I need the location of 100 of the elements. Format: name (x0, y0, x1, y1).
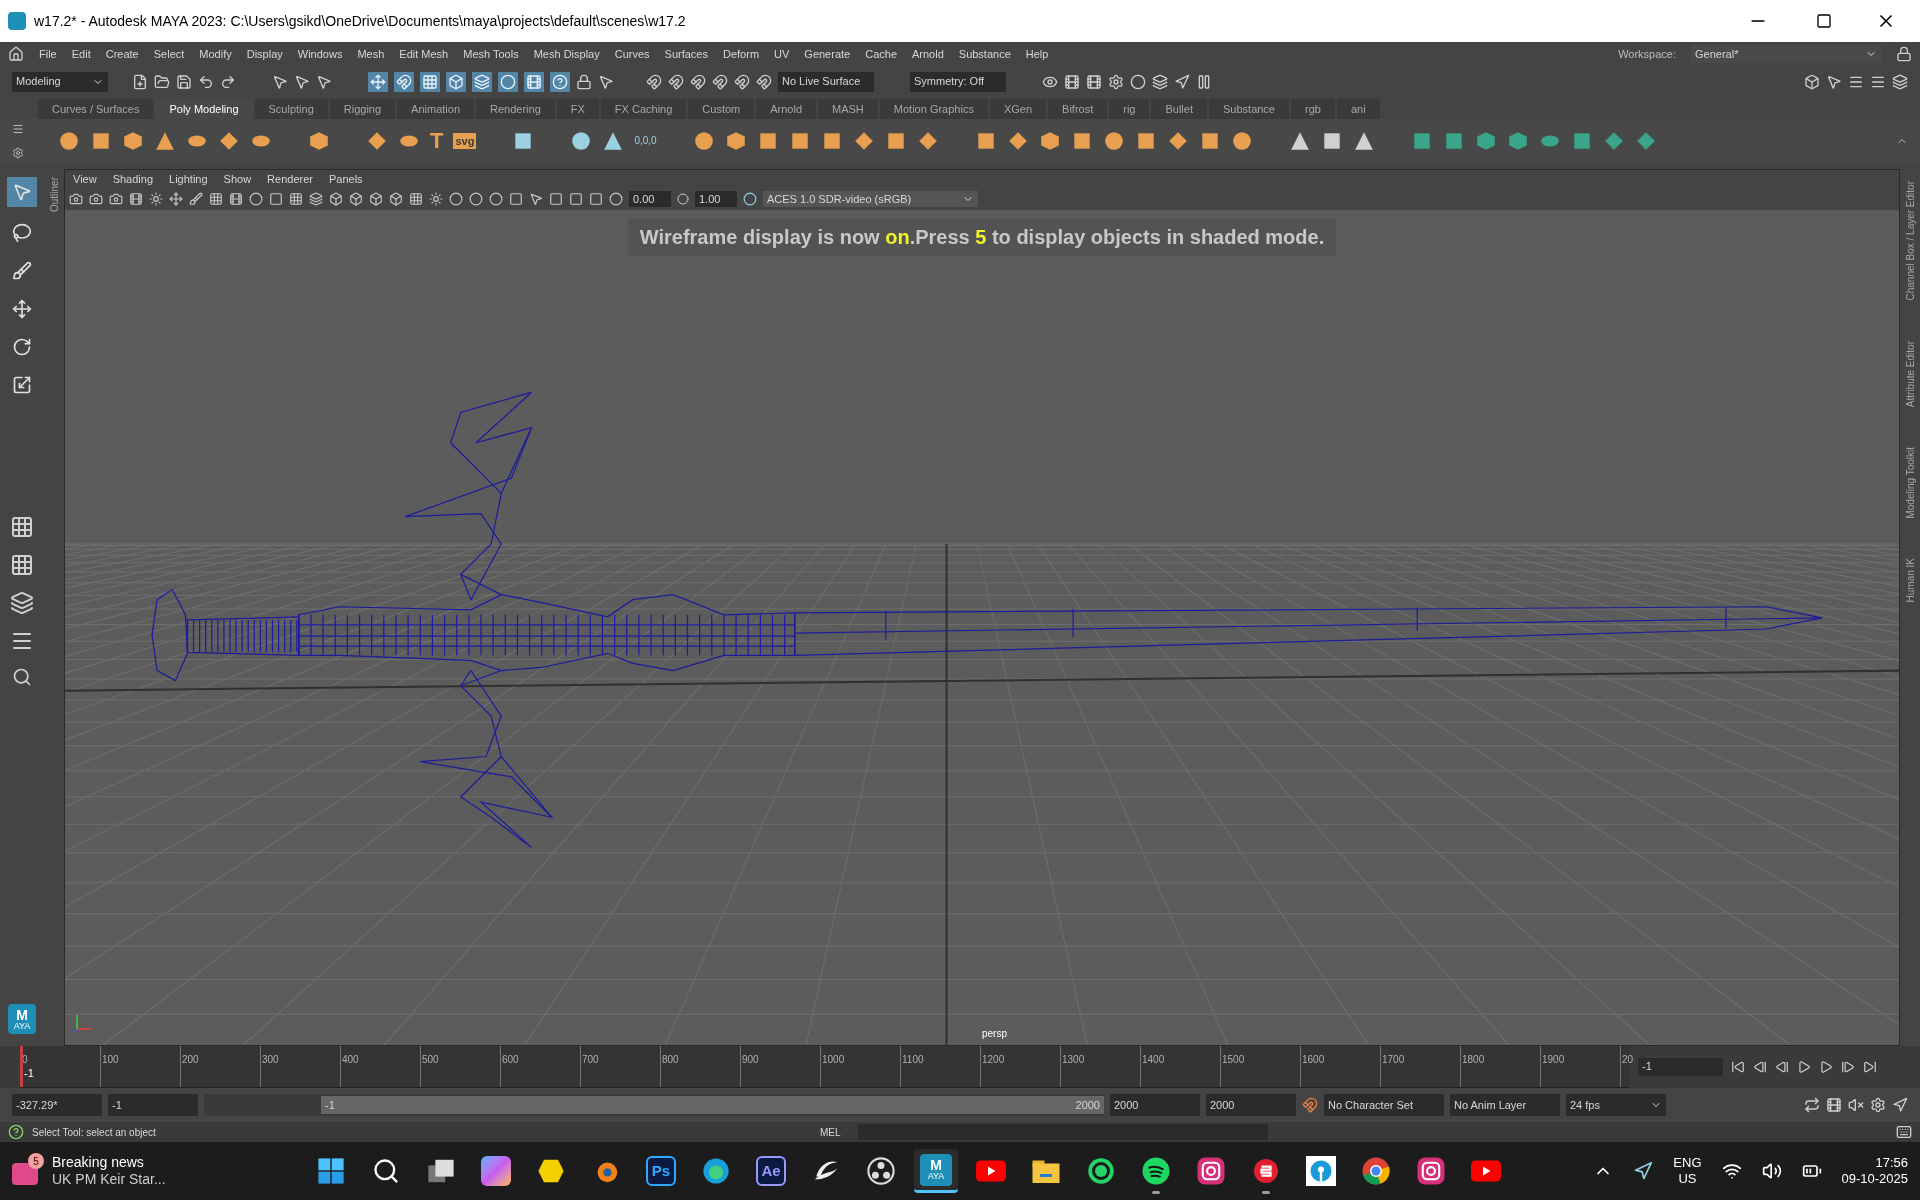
hexagon-icon[interactable] (537, 1157, 565, 1185)
magnet-icon[interactable] (734, 73, 750, 90)
animation-end-field[interactable]: 2000 (1206, 1094, 1296, 1116)
viewport-tool-icon[interactable] (129, 192, 143, 206)
chrome-icon[interactable] (1361, 1156, 1391, 1186)
viewport-tool-icon[interactable] (269, 192, 283, 206)
playback-button[interactable] (1863, 1060, 1877, 1074)
tool-icon[interactable] (90, 130, 112, 152)
playback-button[interactable] (1775, 1060, 1789, 1074)
shelf-tab[interactable]: ani (1336, 99, 1380, 119)
viewport-tool-icon[interactable] (109, 192, 123, 206)
chat-bubble-icon[interactable] (1086, 1156, 1116, 1186)
menu-item[interactable]: Windows (297, 45, 343, 63)
viewport-tool-icon[interactable] (409, 192, 423, 206)
snap-toggle[interactable] (368, 71, 388, 92)
location-icon[interactable] (1633, 1161, 1654, 1181)
viewport-tool-icon[interactable] (229, 192, 243, 206)
maximize-button[interactable] (1816, 13, 1832, 29)
menu-item[interactable]: Substance (958, 45, 1011, 63)
range-slider[interactable]: -1 2000 (321, 1096, 1104, 1114)
play-button-icon[interactable] (1471, 1160, 1501, 1182)
shelf-tab[interactable]: rig (1109, 99, 1150, 119)
menu-item[interactable]: Display (246, 45, 283, 63)
cursor-icon[interactable] (316, 73, 332, 90)
settings-icon[interactable] (12, 147, 24, 159)
tool-icon[interactable] (1474, 130, 1497, 152)
two-pane-icon[interactable] (10, 591, 34, 615)
shelf-tab[interactable]: FX Caching (600, 99, 687, 119)
color-space-dropdown[interactable]: ACES 1.0 SDR-video (sRGB) (763, 191, 978, 207)
clock-date[interactable]: 09-10-2025 (1841, 1171, 1908, 1188)
menu-item[interactable]: File (39, 45, 57, 63)
text-tool-button[interactable]: T (430, 130, 444, 152)
character-set-dropdown[interactable]: No Character Set (1324, 1094, 1444, 1116)
search-icon[interactable] (372, 1157, 400, 1185)
app-icon[interactable]: Ae (756, 1156, 786, 1186)
shelf-tab[interactable]: Poly Modeling (155, 99, 253, 119)
news-title[interactable]: Breaking news (52, 1153, 166, 1171)
snap-toggle[interactable] (472, 71, 492, 92)
current-frame-field[interactable]: -1 (1638, 1058, 1723, 1076)
panel-menu-item[interactable]: Renderer (267, 170, 313, 188)
language-button[interactable]: MEL (820, 1124, 850, 1140)
tool-icon[interactable] (570, 130, 593, 152)
workspace-dropdown[interactable]: General* (1691, 45, 1881, 63)
folder-icon[interactable] (154, 73, 170, 90)
tool-icon[interactable] (218, 130, 240, 152)
gear-icon[interactable] (1108, 73, 1124, 90)
clapper-icon[interactable] (1064, 73, 1080, 90)
menu-item[interactable]: Mesh Tools (463, 45, 519, 63)
shelf-tab[interactable]: Bullet (1151, 99, 1207, 119)
shelf-tab[interactable]: Custom (688, 99, 755, 119)
playback-button[interactable] (1797, 1060, 1811, 1074)
shelf-tab[interactable]: Rendering (476, 99, 555, 119)
menu-item[interactable]: Generate (804, 45, 851, 63)
viewport-tool-icon[interactable] (69, 192, 83, 206)
viewport-tool-icon[interactable] (149, 192, 163, 206)
menu-item[interactable]: Select (153, 45, 185, 63)
select-tool-icon[interactable] (7, 177, 37, 207)
tool-icon[interactable] (1038, 130, 1061, 152)
viewport-tool-icon[interactable] (349, 192, 363, 206)
viewport-tool-icon[interactable] (609, 192, 623, 206)
snap-toggle[interactable] (498, 71, 518, 92)
script-editor-icon[interactable] (1896, 1124, 1912, 1140)
viewport-tool-icon[interactable] (329, 192, 343, 206)
undo-icon[interactable] (198, 73, 214, 90)
tool-icon[interactable] (58, 130, 80, 152)
menu-item[interactable]: UV (774, 45, 790, 63)
shelf-tab[interactable]: Motion Graphics (879, 99, 988, 119)
camera-icon[interactable] (1416, 1156, 1446, 1186)
language-indicator[interactable]: ENG (1673, 1154, 1702, 1171)
svg-tool-button[interactable]: svg (453, 132, 477, 150)
tool-icon[interactable] (724, 130, 747, 152)
menu-item[interactable]: Edit (71, 45, 91, 63)
mode-dropdown[interactable]: Modeling (12, 71, 108, 92)
playback-button[interactable] (1753, 1060, 1767, 1074)
side-tab[interactable]: Modeling Toolkit (1902, 446, 1918, 519)
shelf-tab[interactable]: Bifrost (1048, 99, 1108, 119)
menu-item[interactable]: Cache (865, 45, 897, 63)
animation-start-field[interactable]: -327.29* (12, 1094, 102, 1116)
task-view-icon[interactable] (427, 1157, 455, 1185)
viewport-tool-icon[interactable] (389, 192, 403, 206)
menu-item[interactable]: Edit Mesh (399, 45, 449, 63)
news-icon[interactable] (12, 1163, 38, 1185)
panel-menu-item[interactable]: View (73, 170, 97, 188)
tool-icon[interactable] (1352, 130, 1375, 152)
tool-icon[interactable] (308, 130, 330, 152)
home-icon[interactable] (8, 46, 24, 62)
tool-icon[interactable] (1102, 130, 1125, 152)
tool-icon[interactable] (1230, 130, 1253, 152)
arrow-icon[interactable] (1174, 73, 1190, 90)
spotify-icon[interactable] (1141, 1156, 1171, 1186)
key-icon[interactable] (1302, 1097, 1318, 1113)
viewport-tool-icon[interactable] (429, 192, 443, 206)
play-button-icon[interactable] (976, 1160, 1006, 1182)
layers-icon[interactable] (1152, 73, 1168, 90)
maya-taskbar-button[interactable]: M AYA (914, 1149, 958, 1193)
tool-icon[interactable] (366, 130, 388, 152)
clapper-icon[interactable] (1086, 73, 1102, 90)
viewport-tool-icon[interactable] (449, 192, 463, 206)
origin-tool-button[interactable]: 0,0,0 (634, 136, 657, 146)
menu-item[interactable]: Help (1025, 45, 1049, 63)
